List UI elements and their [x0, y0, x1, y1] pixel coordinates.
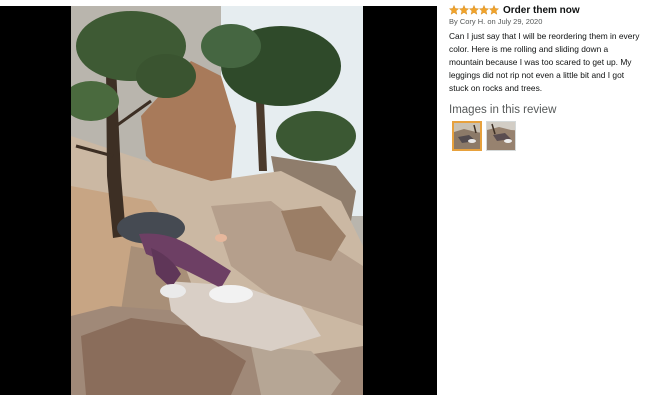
- star-icon: [469, 5, 479, 15]
- media-stage: [0, 6, 437, 395]
- review-image-thumbnails: [452, 121, 516, 151]
- review-image-thumbnail[interactable]: [452, 121, 482, 151]
- star-icon: [479, 5, 489, 15]
- media-viewer: [0, 0, 437, 400]
- review-panel: Order them now By Cory H. on July 29, 20…: [449, 0, 641, 400]
- review-body-text: Can I just say that I will be reordering…: [449, 31, 640, 93]
- review-image-thumbnail[interactable]: [486, 121, 516, 151]
- review-author-date: By Cory H. on July 29, 2020: [449, 17, 543, 26]
- review-title[interactable]: Order them now: [503, 5, 580, 16]
- star-icon: [449, 5, 459, 15]
- images-section-heading: Images in this review: [449, 104, 557, 116]
- review-header: Order them now: [449, 3, 580, 17]
- review-photo[interactable]: [71, 6, 363, 395]
- star-rating: [449, 5, 499, 15]
- review-image-viewer: Order them now By Cory H. on July 29, 20…: [0, 0, 648, 400]
- star-icon: [489, 5, 499, 15]
- star-icon: [459, 5, 469, 15]
